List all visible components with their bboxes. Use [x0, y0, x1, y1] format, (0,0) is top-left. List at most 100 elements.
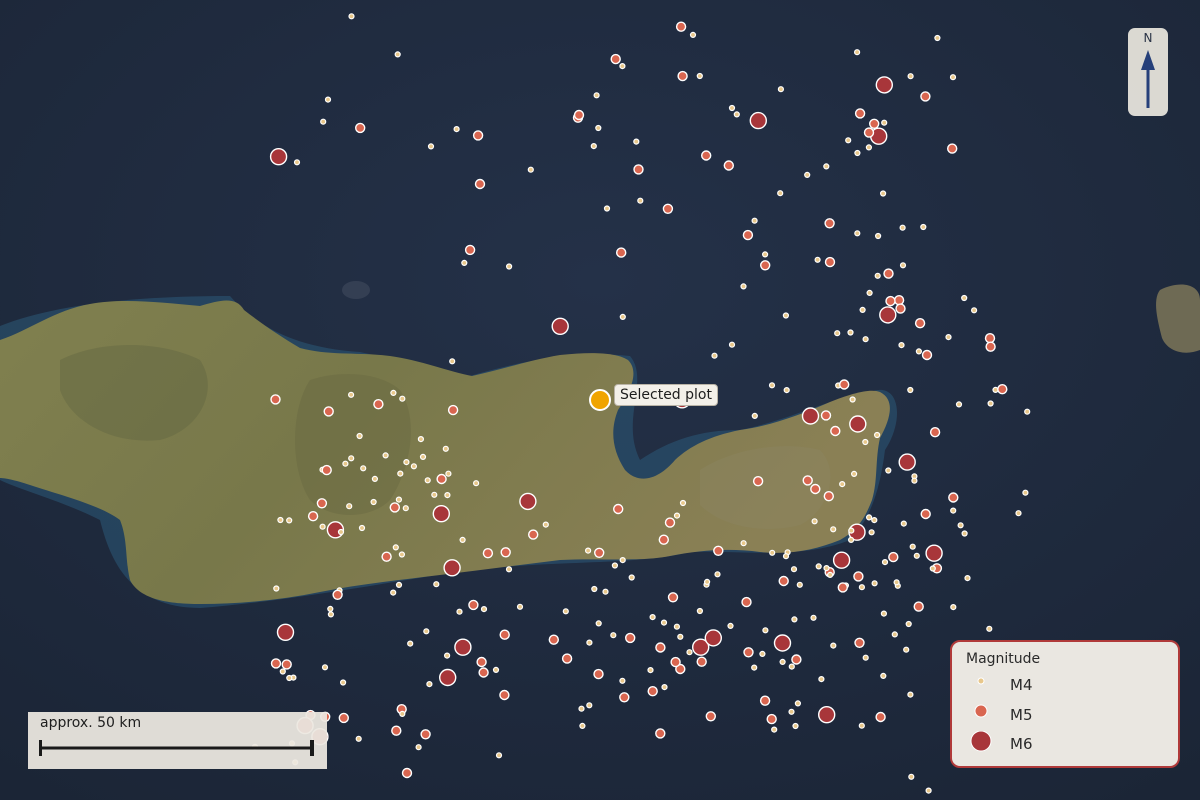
earthquake-marker-m5[interactable]: [920, 508, 931, 520]
earthquake-marker-m4[interactable]: [854, 149, 861, 157]
earthquake-marker-m5[interactable]: [929, 427, 941, 438]
earthquake-marker-m4[interactable]: [1024, 408, 1031, 415]
earthquake-marker-m5[interactable]: [913, 601, 924, 612]
earthquake-marker-m5[interactable]: [854, 108, 866, 119]
earthquake-marker-m5[interactable]: [820, 410, 832, 421]
earthquake-marker-m4[interactable]: [348, 391, 355, 398]
earthquake-marker-m4[interactable]: [542, 521, 549, 528]
earthquake-marker-m4[interactable]: [849, 396, 856, 403]
earthquake-marker-m4[interactable]: [873, 431, 881, 439]
earthquake-marker-m4[interactable]: [791, 616, 798, 623]
earthquake-marker-m4[interactable]: [862, 336, 869, 343]
earthquake-marker-m4[interactable]: [950, 603, 957, 611]
earthquake-marker-m5[interactable]: [701, 150, 712, 161]
earthquake-marker-m5[interactable]: [839, 379, 850, 390]
earthquake-marker-m4[interactable]: [899, 262, 907, 269]
earthquake-marker-m4[interactable]: [925, 787, 932, 794]
earthquake-marker-m5[interactable]: [594, 547, 605, 558]
earthquake-marker-m4[interactable]: [815, 563, 822, 570]
earthquake-marker-m4[interactable]: [424, 477, 431, 484]
earthquake-marker-m4[interactable]: [619, 313, 626, 320]
earthquake-marker-m5[interactable]: [677, 70, 688, 82]
earthquake-marker-m4[interactable]: [788, 708, 795, 715]
earthquake-marker-m4[interactable]: [850, 470, 858, 477]
earthquake-marker-m4[interactable]: [830, 642, 837, 649]
earthquake-marker-m5[interactable]: [723, 160, 734, 171]
earthquake-marker-m5[interactable]: [281, 659, 292, 670]
earthquake-marker-m5[interactable]: [760, 260, 771, 271]
earthquake-marker-m4[interactable]: [506, 263, 513, 270]
earthquake-marker-m5[interactable]: [888, 551, 899, 563]
earthquake-marker-m4[interactable]: [920, 223, 927, 231]
earthquake-marker-m4[interactable]: [945, 334, 952, 341]
earthquake-marker-m4[interactable]: [950, 507, 957, 514]
earthquake-marker-m4[interactable]: [915, 348, 923, 355]
earthquake-marker-m4[interactable]: [830, 526, 837, 533]
earthquake-marker-m6[interactable]: [439, 668, 457, 687]
earthquake-marker-m5[interactable]: [389, 502, 400, 513]
earthquake-marker-m4[interactable]: [740, 283, 747, 290]
earthquake-marker-m4[interactable]: [628, 574, 635, 581]
earthquake-marker-m4[interactable]: [768, 382, 776, 389]
earthquake-marker-m4[interactable]: [796, 581, 803, 588]
earthquake-marker-m4[interactable]: [442, 445, 449, 452]
earthquake-marker-m4[interactable]: [321, 664, 329, 671]
earthquake-marker-m4[interactable]: [399, 395, 406, 402]
earthquake-marker-m5[interactable]: [476, 656, 487, 668]
earthquake-marker-m4[interactable]: [402, 505, 409, 512]
earthquake-marker-m6[interactable]: [749, 111, 767, 130]
earthquake-marker-m4[interactable]: [804, 171, 811, 178]
earthquake-marker-m4[interactable]: [782, 312, 790, 319]
earthquake-marker-m5[interactable]: [323, 406, 334, 417]
earthquake-marker-m4[interactable]: [762, 627, 769, 634]
earthquake-marker-m5[interactable]: [610, 53, 621, 65]
earthquake-marker-m4[interactable]: [871, 580, 878, 587]
earthquake-marker-m4[interactable]: [970, 307, 978, 314]
earthquake-marker-m5[interactable]: [824, 218, 835, 229]
earthquake-marker-m4[interactable]: [847, 536, 855, 544]
earthquake-marker-m4[interactable]: [444, 492, 451, 499]
earthquake-marker-m4[interactable]: [346, 503, 353, 510]
earthquake-marker-m5[interactable]: [791, 654, 802, 665]
earthquake-marker-m6[interactable]: [773, 634, 792, 652]
earthquake-marker-m5[interactable]: [373, 399, 384, 410]
earthquake-marker-m4[interactable]: [673, 623, 681, 630]
earthquake-marker-m4[interactable]: [444, 652, 451, 659]
earthquake-marker-m4[interactable]: [480, 605, 488, 613]
earthquake-marker-m6[interactable]: [875, 76, 893, 94]
earthquake-marker-m4[interactable]: [595, 620, 602, 627]
earthquake-marker-m5[interactable]: [837, 582, 848, 593]
earthquake-marker-m6[interactable]: [519, 492, 537, 511]
earthquake-marker-m4[interactable]: [348, 13, 355, 20]
earthquake-marker-m6[interactable]: [879, 306, 897, 324]
earthquake-marker-m5[interactable]: [662, 203, 674, 215]
earthquake-marker-m4[interactable]: [826, 571, 834, 579]
earthquake-marker-m5[interactable]: [573, 109, 585, 121]
earthquake-marker-m4[interactable]: [390, 389, 397, 396]
earthquake-marker-m4[interactable]: [961, 530, 968, 537]
earthquake-marker-m4[interactable]: [423, 628, 430, 635]
earthquake-marker-m4[interactable]: [934, 34, 941, 42]
earthquake-marker-m4[interactable]: [987, 400, 994, 407]
earthquake-marker-m4[interactable]: [728, 341, 736, 348]
earthquake-marker-m4[interactable]: [590, 143, 597, 150]
earthquake-marker-m5[interactable]: [625, 632, 636, 644]
earthquake-marker-m4[interactable]: [964, 574, 971, 582]
earthquake-marker-m4[interactable]: [879, 190, 887, 197]
selected-plot-marker[interactable]: [589, 389, 611, 411]
earthquake-marker-m4[interactable]: [371, 475, 378, 482]
earthquake-marker-m4[interactable]: [661, 683, 668, 691]
earthquake-marker-m5[interactable]: [401, 767, 413, 779]
earthquake-marker-m5[interactable]: [830, 425, 841, 437]
earthquake-marker-m4[interactable]: [562, 608, 569, 615]
earthquake-marker-m4[interactable]: [818, 675, 825, 683]
earthquake-marker-m5[interactable]: [705, 711, 716, 722]
earthquake-marker-m4[interactable]: [673, 512, 681, 519]
earthquake-marker-m5[interactable]: [675, 21, 687, 32]
earthquake-marker-m4[interactable]: [492, 666, 500, 674]
earthquake-marker-m5[interactable]: [914, 318, 926, 329]
earthquake-marker-m4[interactable]: [891, 631, 898, 638]
earthquake-marker-m5[interactable]: [482, 548, 494, 559]
earthquake-marker-m5[interactable]: [984, 333, 996, 344]
map-view[interactable]: Selected plot N approx. 50 km Magnitude …: [0, 0, 1200, 800]
